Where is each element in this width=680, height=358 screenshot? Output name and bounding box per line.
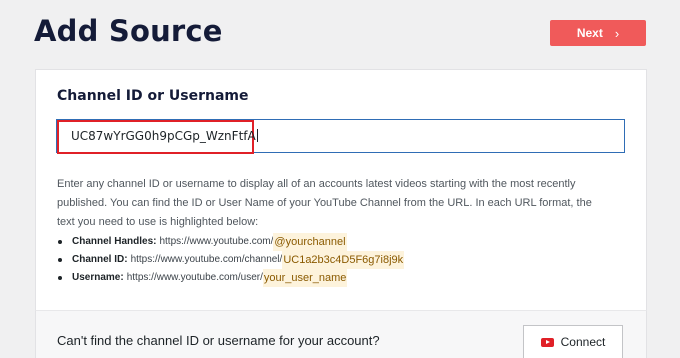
list-item: Username: https://www.youtube.com/user/ …: [58, 269, 404, 287]
connect-footer: Can't find the channel ID or username fo…: [35, 310, 647, 358]
example-url: https://www.youtube.com/user/: [126, 272, 263, 283]
example-label: Username:: [72, 272, 124, 283]
text-caret: [256, 129, 258, 142]
field-label: Channel ID or Username: [57, 88, 249, 104]
help-text: Enter any channel ID or username to disp…: [57, 178, 592, 228]
channel-id-input[interactable]: UC87wYrGG0h9pCGp_WznFtfA: [56, 119, 625, 154]
youtube-icon: [540, 337, 554, 347]
page-title: Add Source: [34, 14, 223, 48]
list-item: Channel ID: https://www.youtube.com/chan…: [58, 251, 405, 269]
connect-button[interactable]: Connect: [523, 325, 623, 358]
example-highlight: UC1a2b3c4D5F6g7i8j9k: [282, 251, 405, 269]
bullet-icon: [58, 276, 62, 280]
source-form-card: Channel ID or Username UC87wYrGG0h9pCGp_…: [35, 69, 647, 311]
list-item: Channel Handles: https://www.youtube.com…: [58, 233, 404, 251]
connect-button-label: Connect: [560, 335, 606, 349]
example-url: https://www.youtube.com/: [159, 236, 274, 247]
example-url: https://www.youtube.com/channel/: [130, 254, 283, 265]
bullet-icon: [58, 240, 62, 244]
next-button[interactable]: Next ›: [550, 20, 646, 46]
next-button-label: Next: [576, 26, 603, 40]
bullet-icon: [58, 258, 62, 262]
connect-prompt: Can't find the channel ID or username fo…: [57, 333, 380, 348]
example-label: Channel Handles:: [72, 236, 157, 247]
channel-id-input-value: UC87wYrGG0h9pCGp_WznFtfA: [71, 129, 258, 143]
url-examples-list: Channel Handles: https://www.youtube.com…: [58, 233, 405, 287]
example-label: Channel ID:: [72, 254, 128, 265]
example-highlight: your_user_name: [262, 269, 348, 287]
example-highlight: @yourchannel: [273, 233, 347, 251]
chevron-right-icon: ›: [614, 25, 620, 41]
